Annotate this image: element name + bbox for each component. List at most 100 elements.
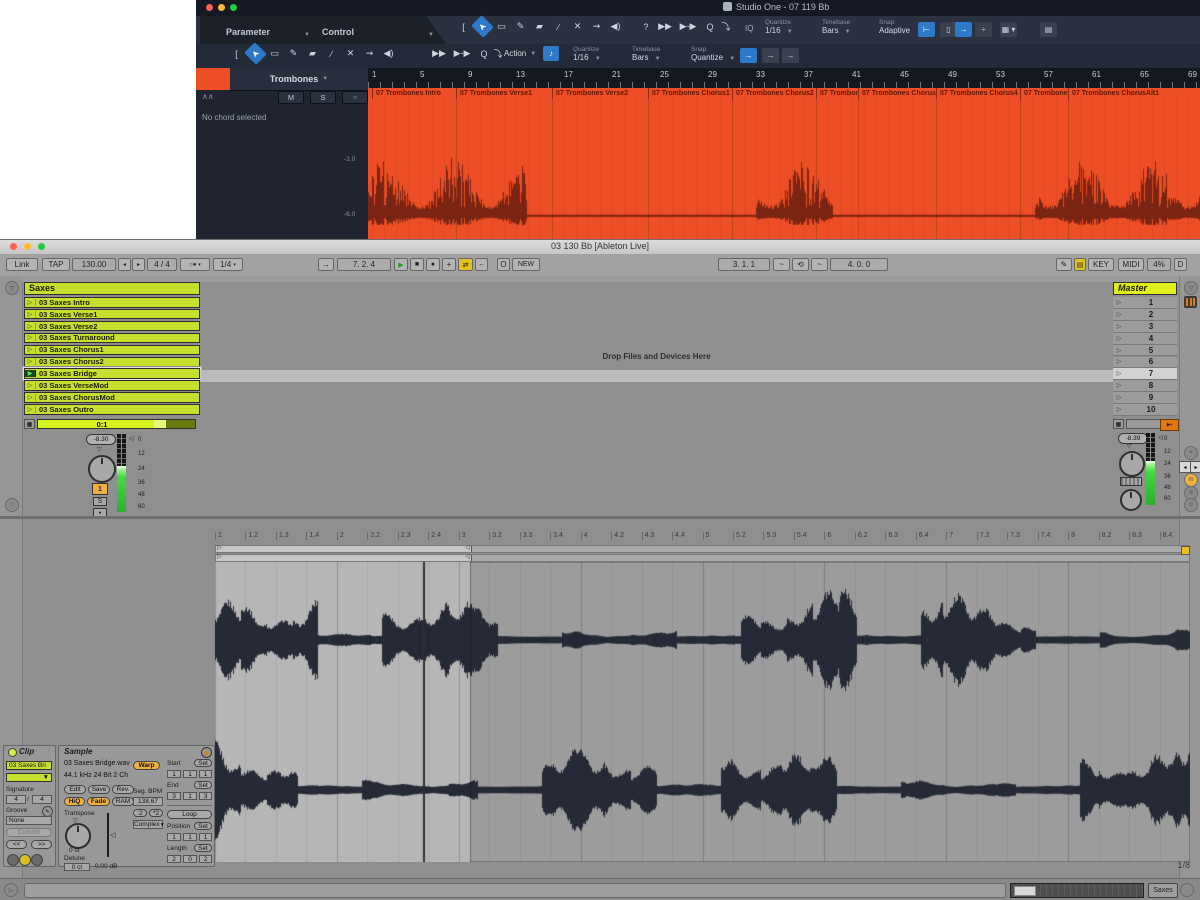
arrangement-clip-tab[interactable]: 07 Trombones Chorus2 <box>732 88 816 99</box>
clip-play-icon[interactable]: ▷ <box>25 346 36 353</box>
envelope-tab-toggle[interactable] <box>31 854 43 866</box>
arrangement-clip-tab[interactable]: 07 Trombones Chorus4 <box>936 88 1020 99</box>
key-map-button[interactable]: KEY <box>1088 258 1114 271</box>
nudge-forward-button[interactable]: >> <box>31 840 52 849</box>
chevron-down-icon[interactable]: ▼ <box>428 32 434 38</box>
scene-slot[interactable]: ▷2 <box>1113 309 1177 321</box>
detail-view-toggle[interactable]: ▽ <box>1184 281 1198 295</box>
bracket-icon[interactable]: [ <box>228 46 245 61</box>
snap-left-button[interactable]: → <box>740 48 757 63</box>
track-name-row[interactable]: Trombones ▼ <box>230 68 368 91</box>
punch-in-button[interactable]: ~ <box>773 258 790 271</box>
start-set-button[interactable]: Set <box>194 759 212 767</box>
session-clip-slot[interactable]: ▷03 Saxes VerseMod <box>24 380 200 391</box>
arrangement-clip-tab[interactable]: 07 Trombones <box>816 88 858 99</box>
time-signature-field[interactable]: 4 / 4 <box>147 258 177 271</box>
length-sixteenths[interactable]: 2 <box>199 855 212 863</box>
play-button[interactable]: ▶ <box>394 258 408 271</box>
computer-midi-keyboard-button[interactable]: ▤ <box>1074 258 1086 271</box>
session-clip-slot[interactable]: ▷03 Saxes Chorus2 <box>24 357 200 368</box>
help-icon[interactable]: ? <box>636 19 656 34</box>
record-button[interactable]: ● <box>426 258 440 271</box>
hiq-button[interactable]: HiQ <box>64 797 85 806</box>
listen-tool[interactable]: ◀) <box>607 19 624 34</box>
mute-tool[interactable]: ✕ <box>342 46 359 61</box>
snap-split-button[interactable]: ÷ <box>975 22 992 37</box>
split-tool[interactable]: ∕ <box>323 46 340 61</box>
clipview-divider[interactable] <box>0 516 1200 519</box>
info-view-toggle[interactable]: ▷ <box>4 883 18 897</box>
play-from-icon[interactable]: ▶▶ <box>429 46 449 61</box>
scene-slot[interactable]: ▷5 <box>1113 345 1177 357</box>
length-set-button[interactable]: Set <box>194 844 212 852</box>
overdub-button[interactable]: + <box>442 258 456 271</box>
scene-play-icon[interactable]: ▷ <box>1113 370 1125 377</box>
scene-play-icon[interactable]: ▷ <box>1113 347 1125 354</box>
loop-brace-top[interactable]: ▷◁ <box>215 545 1190 553</box>
chevron-down-icon[interactable]: ▼ <box>322 76 328 82</box>
double-tempo-button[interactable]: *2 <box>149 809 163 817</box>
loop-toggle-button[interactable]: Loop <box>167 810 212 819</box>
crossfade-b-toggle[interactable]: ▸ <box>1190 461 1200 473</box>
ram-button[interactable]: RAM <box>112 797 134 806</box>
arrangement-clip-tab[interactable]: 07 Trombones <box>1020 88 1068 99</box>
eraser-tool[interactable]: ▰ <box>304 46 321 61</box>
scene-slot[interactable]: ▷7 <box>1113 368 1177 380</box>
session-clip-slot[interactable]: ▷03 Saxes Turnaround <box>24 333 200 344</box>
mixer-overview-icon[interactable] <box>1184 296 1197 308</box>
arrangement-clip-tab[interactable]: 07 Trombones ChorusAlt1 <box>1068 88 1200 99</box>
bend-tool[interactable]: ⇝ <box>588 19 605 34</box>
timebase-combo-bottom[interactable]: Timebase Bars ▼ <box>632 46 687 68</box>
autoscroll-icon[interactable]: ⤵ <box>716 19 736 34</box>
clip-beat-ruler[interactable]: 11.21.31.422.22.32.433.23.33.444.24.34.4… <box>215 530 1190 544</box>
clip-name-field[interactable]: 03 Saxes Bri <box>6 761 52 770</box>
link-button[interactable]: Link <box>6 258 38 271</box>
groove-chooser[interactable]: None <box>6 816 52 825</box>
clip-play-icon[interactable]: ▷ <box>25 334 36 341</box>
loop-start-field[interactable]: 3. 1. 1 <box>718 258 770 271</box>
session-clip-slot[interactable]: ▷03 Saxes Verse1 <box>24 309 200 320</box>
split-tool[interactable]: ∕ <box>550 19 567 34</box>
scene-play-icon[interactable]: ▷ <box>1113 335 1125 342</box>
new-button[interactable]: NEW <box>512 258 540 271</box>
paint-tool[interactable]: ✎ <box>285 46 302 61</box>
clip-play-icon[interactable]: ▷ <box>25 299 36 306</box>
close-icon[interactable] <box>206 4 213 11</box>
snap-left-button[interactable]: ⊢ <box>918 22 935 37</box>
start-sixteenths[interactable]: 1 <box>199 770 212 778</box>
master-volume-field[interactable]: -8.39 <box>1118 433 1148 444</box>
save-button[interactable]: Save <box>88 785 110 794</box>
arrangement-clip-tab[interactable]: 07 Trombones Intro <box>372 88 456 99</box>
quantize-note-button[interactable]: ♪ <box>543 46 559 61</box>
transpose-knob[interactable] <box>65 823 91 849</box>
length-bars[interactable]: 2 <box>167 855 181 863</box>
position-beats[interactable]: 1 <box>183 833 197 841</box>
scene-play-icon[interactable]: ▷ <box>1113 382 1125 389</box>
session-clip-slot[interactable]: ▷03 Saxes Verse2 <box>24 321 200 332</box>
track-pan-knob[interactable] <box>88 455 116 483</box>
edit-button[interactable]: Edit <box>64 785 86 794</box>
position-bars[interactable]: 1 <box>167 833 181 841</box>
solo-button[interactable]: S <box>310 91 336 104</box>
mixer-show-toggle[interactable]: m <box>1184 473 1198 487</box>
timebase-combo-top[interactable]: Timebase Bars ▼ <box>822 19 877 41</box>
gain-slider-handle[interactable]: ◁ <box>110 831 115 839</box>
range-tool[interactable]: ▭ <box>266 46 283 61</box>
cue-volume-knob[interactable] <box>1120 489 1142 511</box>
end-set-button[interactable]: Set <box>194 781 212 789</box>
track-volume-field[interactable]: -8.30 <box>86 434 116 445</box>
clip-play-icon[interactable]: ▷ <box>25 382 36 389</box>
end-beats[interactable]: 1 <box>183 792 197 800</box>
returns-show-toggle[interactable]: o <box>1184 498 1198 512</box>
clip-tab-toggle[interactable] <box>7 854 19 866</box>
track-color-chip[interactable] <box>196 68 230 90</box>
nudge-up-button[interactable]: ▸ <box>132 258 145 271</box>
scene-play-icon[interactable]: ▷ <box>1113 406 1125 413</box>
tempo-field[interactable]: 130.00 <box>72 258 116 271</box>
loop-button[interactable]: ⟲ <box>792 258 809 271</box>
mute-button[interactable]: M <box>278 91 304 104</box>
fade-button[interactable]: Fade <box>87 797 110 806</box>
loop-length-field[interactable]: 4. 0. 0 <box>830 258 888 271</box>
parameter-dropdown[interactable]: Parameter <box>226 22 270 40</box>
paint-tool[interactable]: ✎ <box>512 19 529 34</box>
